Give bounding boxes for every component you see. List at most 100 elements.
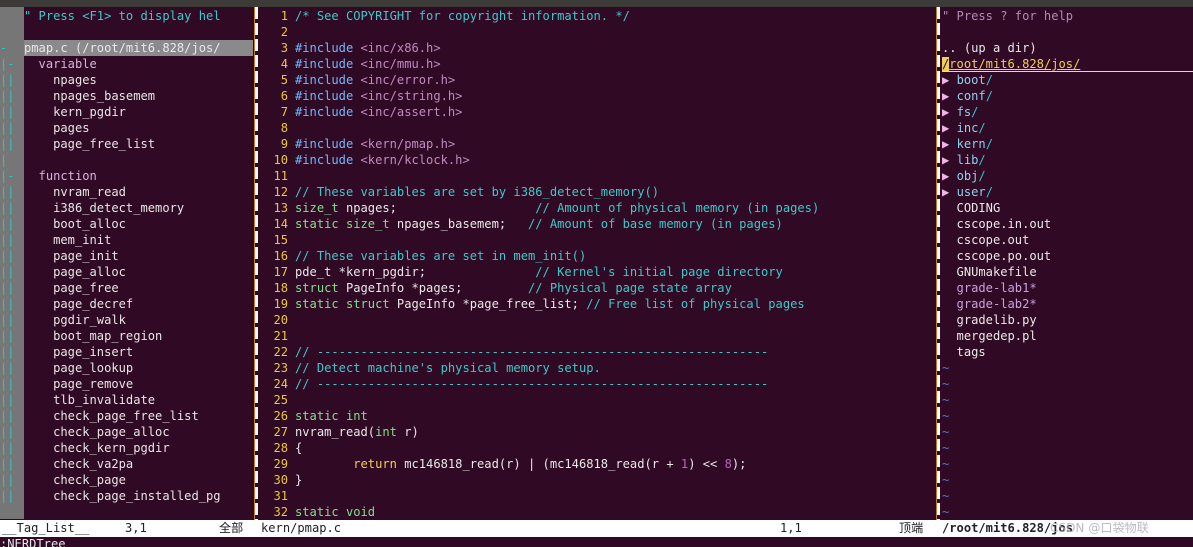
taglist-tag-item[interactable]: page_insert [24, 344, 133, 360]
code-status-scroll: 顶端 [899, 521, 924, 535]
code-token: struct [295, 281, 339, 295]
code-token: nvram_read( [295, 425, 376, 439]
nerdtree-file-item[interactable]: cscope.out [942, 232, 1030, 248]
nerdtree-dir-item[interactable]: ▶ conf/ [942, 88, 993, 104]
taglist-tag-item[interactable]: boot_map_region [24, 328, 162, 344]
nerdtree-dir-item[interactable]: ▶ lib/ [942, 152, 986, 168]
taglist-pane[interactable]: " Press <F1> to display hel pmap.c (/roo… [24, 7, 253, 519]
code-line: 30} [260, 472, 302, 488]
code-token: #include [295, 41, 361, 55]
taglist-file-entry[interactable]: pmap.c (/root/mit6.828/jos/ [24, 40, 253, 56]
code-line: 6 #include <inc/string.h> [260, 88, 463, 104]
taglist-tag-item[interactable]: page_free [24, 280, 119, 296]
empty-line-tilde: ~ [942, 473, 950, 487]
nerdtree-file-item[interactable]: mergedep.pl [942, 328, 1037, 344]
nerdtree-dir-name: obj [956, 169, 979, 183]
fold-marker: || [0, 313, 15, 327]
empty-line-tilde: ~ [942, 489, 950, 503]
nerdtree-root-path[interactable]: /root/mit6.828/jos/ [942, 56, 1080, 72]
line-number: 7 [280, 105, 288, 119]
taglist-tag-item[interactable]: npages_basemem [24, 88, 155, 104]
taglist-tag-item[interactable]: mem_init [24, 232, 111, 248]
taglist-help-text: " Press <F1> to display hel [24, 9, 221, 23]
taglist-kind-header[interactable]: variable [24, 56, 97, 72]
nerdtree-file-item[interactable]: grade-lab1* [942, 280, 1037, 296]
code-token: // Amount of base memory (in pages) [528, 217, 783, 231]
nerdtree-file-item[interactable]: CODING [942, 200, 1001, 216]
taglist-tag-item[interactable]: check_page_alloc [24, 424, 170, 440]
code-line: 5 #include <inc/error.h> [260, 72, 455, 88]
taglist-tag-item[interactable]: page_init [24, 248, 119, 264]
code-token: // -------------------------------------… [295, 345, 769, 359]
code-token: return [353, 457, 397, 471]
code-line: 26 static int [260, 408, 367, 424]
fold-marker: || [0, 489, 15, 503]
line-number: 4 [280, 57, 288, 71]
empty-line-tilde: ~ [942, 377, 950, 391]
taglist-tag-item[interactable]: page_free_list [24, 136, 155, 152]
line-number: 23 [273, 361, 288, 375]
taglist-tag-item[interactable]: check_va2pa [24, 456, 133, 472]
taglist-tag-item[interactable]: check_page_installed_pg [24, 488, 220, 504]
line-number: 28 [273, 441, 288, 455]
taglist-tag-item[interactable]: kern_pgdir [24, 104, 126, 120]
code-line: 28 { [260, 440, 302, 456]
taglist-tag-item[interactable]: page_alloc [24, 264, 126, 280]
nerdtree-file-item[interactable]: GNUmakefile [942, 264, 1037, 280]
vertical-split-right[interactable] [936, 7, 940, 520]
taglist-tag-item[interactable]: page_decref [24, 296, 133, 312]
code-editor-pane[interactable]: 1 /* See COPYRIGHT for copyright informat… [260, 7, 932, 519]
code-line: 12 // These variables are set by i386_det… [260, 184, 659, 200]
taglist-tag-item[interactable]: check_kern_pgdir [24, 440, 170, 456]
taglist-kind-header[interactable]: function [24, 168, 97, 184]
fold-marker: || [0, 345, 15, 359]
line-number: 31 [273, 489, 288, 503]
nerdtree-pane[interactable]: " Press ? for help .. (up a dir) /root/m… [942, 7, 1193, 519]
taglist-tag-item[interactable]: page_lookup [24, 360, 133, 376]
taglist-tag-item[interactable]: check_page [24, 472, 126, 488]
code-status-position: 1,1 [780, 521, 802, 535]
nerdtree-dir-name: lib [956, 153, 979, 167]
taglist-tag-item[interactable]: i386_detect_memory [24, 200, 184, 216]
command-line[interactable]: :NERDTree [0, 537, 1193, 547]
fold-marker: || [0, 121, 15, 135]
nerdtree-dir-item[interactable]: ▶ inc/ [942, 120, 986, 136]
taglist-tag-item[interactable]: page_remove [24, 376, 133, 392]
taglist-tag-item[interactable]: npages [24, 72, 97, 88]
code-token: } [295, 473, 303, 487]
taglist-tag-item[interactable]: boot_alloc [24, 216, 126, 232]
code-line: 31 [260, 488, 295, 504]
taglist-tag-item[interactable]: pages [24, 120, 89, 136]
code-token: ); [731, 457, 747, 471]
line-number: 15 [273, 233, 288, 247]
nerdtree-file-item[interactable]: tags [942, 344, 986, 360]
dir-slash: / [985, 73, 993, 87]
nerdtree-file-item[interactable]: gradelib.py [942, 312, 1037, 328]
code-token: npages; [338, 201, 536, 215]
nerdtree-up-dir[interactable]: .. (up a dir) [942, 40, 1037, 56]
fold-marker: || [0, 457, 15, 471]
nerdtree-dir-item[interactable]: ▶ boot/ [942, 72, 993, 88]
vertical-split-left[interactable] [254, 7, 258, 520]
nerdtree-dir-item[interactable]: ▶ kern/ [942, 136, 993, 152]
taglist-tag-item[interactable]: nvram_read [24, 184, 126, 200]
nerdtree-file-item[interactable]: grade-lab2* [942, 296, 1037, 312]
code-status-filename: kern/pmap.c [261, 521, 342, 535]
nerdtree-dir-item[interactable]: ▶ obj/ [942, 168, 986, 184]
nerdtree-root-text: root/mit6.828/jos/ [949, 57, 1081, 71]
taglist-tag-item[interactable]: check_page_free_list [24, 408, 199, 424]
nerdtree-file-item[interactable]: cscope.po.out [942, 248, 1052, 264]
dir-slash: / [978, 169, 986, 183]
empty-line-tilde: ~ [942, 457, 950, 471]
nerdtree-dir-item[interactable]: ▶ fs/ [942, 104, 978, 120]
line-number: 1 [280, 9, 288, 23]
dir-slash: / [978, 121, 986, 135]
taglist-tag-item[interactable]: pgdir_walk [24, 312, 126, 328]
code-token: <kern/kclock.h> [360, 153, 470, 167]
nerdtree-file-item[interactable]: cscope.in.out [942, 216, 1052, 232]
taglist-tag-item[interactable]: tlb_invalidate [24, 392, 155, 408]
code-token: // These variables are set by i386_detec… [295, 185, 660, 199]
code-token: static struct [295, 297, 390, 311]
code-token: <kern/pmap.h> [360, 137, 456, 151]
nerdtree-dir-item[interactable]: ▶ user/ [942, 184, 993, 200]
